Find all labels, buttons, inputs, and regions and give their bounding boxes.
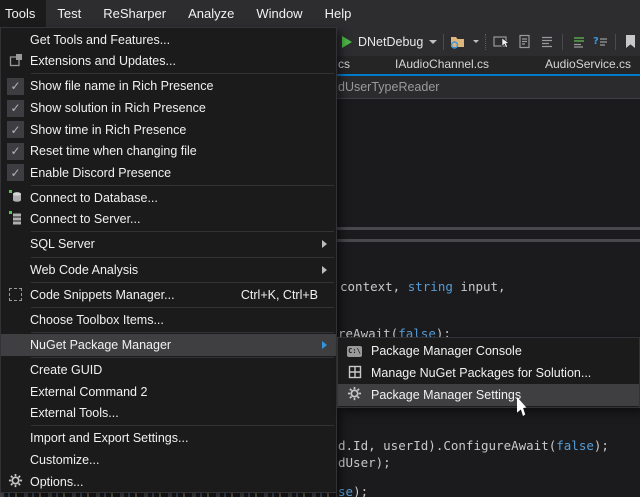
code-editor[interactable]: context, string input, reAwait(false); d… [337,100,640,497]
toolbar-separator [615,34,616,50]
navigation-bar[interactable]: dUserTypeReader [337,76,640,99]
menu-item-package-manager-console[interactable]: C:\ Package Manager Console [338,340,639,362]
menubar-item-resharper[interactable]: ReSharper [92,0,177,27]
tab-iaudiochannel[interactable]: IAudioChannel.cs [395,57,489,71]
checkmark-icon: ✓ [7,100,24,117]
menu-item-connect-to-database[interactable]: Connect to Database... [1,187,336,209]
menubar-item-window[interactable]: Window [245,0,313,27]
paste-icon[interactable] [516,33,533,50]
start-debug-icon[interactable] [342,36,352,48]
code-line: dUser); [338,455,391,470]
menu-separator [31,257,334,258]
menu-item-reset-time-when-changing-file[interactable]: ✓ Reset time when changing file [1,140,336,162]
menu-item-customize[interactable]: Customize... [1,449,336,471]
clipped-code-sliver [0,493,337,497]
menu-item-enable-discord-presence[interactable]: ✓ Enable Discord Presence [1,162,336,184]
menu-separator [31,307,334,308]
menu-item-show-solution-in-rich-presence[interactable]: ✓ Show solution in Rich Presence [1,97,336,119]
silent-code-cleanup-icon[interactable]: ? [592,33,609,50]
format-document-icon[interactable] [569,33,586,50]
menu-item-show-time-in-rich-presence[interactable]: ✓ Show time in Rich Presence [1,119,336,141]
run-config-dropdown-icon[interactable] [429,40,437,44]
database-icon [8,189,23,207]
menu-item-choose-toolbox-items[interactable]: Choose Toolbox Items... [1,309,336,331]
code-line: se); [338,484,368,497]
menubar-item-analyze[interactable]: Analyze [177,0,245,27]
submenu-arrow-icon [322,240,327,248]
menu-item-extensions-and-updates[interactable]: Extensions and Updates... [1,51,336,73]
extensions-icon [9,53,23,70]
menu-item-sql-server[interactable]: SQL Server [1,234,336,256]
toolbar-separator [562,34,563,50]
toolbar-drag-handle[interactable] [485,34,487,50]
menu-separator [31,425,334,426]
gear-icon [8,473,23,491]
menu-separator [31,185,334,186]
tab-audioservice[interactable]: AudioService.cs [545,57,631,71]
editor-divider [337,227,640,230]
tab-bar: cs IAudioChannel.cs AudioService.cs [337,56,640,74]
toolbar-overflow-icon[interactable] [473,40,479,43]
menu-item-options[interactable]: Options... [1,471,336,493]
line-list-icon[interactable] [539,33,556,50]
run-configuration-label[interactable]: DNetDebug [358,35,423,49]
bookmark-icon[interactable] [622,33,639,50]
menubar-item-test[interactable]: Test [46,0,92,27]
menu-item-web-code-analysis[interactable]: Web Code Analysis [1,259,336,281]
menu-item-external-command-2[interactable]: External Command 2 [1,381,336,403]
code-snippets-icon [9,288,22,301]
menu-item-create-guid[interactable]: Create GUID [1,359,336,381]
menu-item-get-tools-and-features[interactable]: Get Tools and Features... [1,29,336,51]
submenu-arrow-icon [322,266,327,274]
toolbar: DNetDebug [337,27,640,56]
menu-item-import-and-export-settings[interactable]: Import and Export Settings... [1,428,336,450]
menu-separator [31,357,334,358]
gear-icon [347,386,362,404]
vs-ide-window: Tools Test ReSharper Analyze Window Help… [0,0,640,497]
package-icon [348,365,362,382]
submenu-arrow-icon [322,341,327,349]
toolbar-separator [443,34,444,50]
code-line: d.Id, userId).ConfigureAwait(false); [338,438,609,453]
menu-item-connect-to-server[interactable]: Connect to Server... [1,209,336,231]
editor-divider [337,239,640,242]
menubar-item-help[interactable]: Help [314,0,363,27]
tab-clipped[interactable]: cs [338,57,350,71]
menu-item-nuget-package-manager[interactable]: NuGet Package Manager [1,334,336,356]
attach-to-process-icon[interactable] [450,33,467,50]
menu-bar: Tools Test ReSharper Analyze Window Help [0,0,640,27]
menu-item-external-tools[interactable]: External Tools... [1,403,336,425]
navigate-to-icon[interactable] [493,33,510,50]
breadcrumb[interactable]: dUserTypeReader [338,80,439,94]
console-icon: C:\ [347,346,362,357]
checkmark-icon: ✓ [7,78,24,95]
checkmark-icon: ✓ [7,121,24,138]
svg-text:?: ? [593,36,599,47]
menu-item-code-snippets-manager[interactable]: Code Snippets Manager... Ctrl+K, Ctrl+B [1,284,336,306]
code-line: context, string input, [340,279,506,294]
menu-separator [31,231,334,232]
tools-menu: Get Tools and Features... Extensions and… [0,27,337,493]
checkmark-icon: ✓ [7,143,24,160]
checkmark-icon: ✓ [7,164,24,181]
menu-separator [31,73,334,74]
shortcut-label: Ctrl+K, Ctrl+B [241,288,318,302]
menu-separator [31,332,334,333]
menubar-item-tools[interactable]: Tools [0,0,46,27]
nuget-submenu: C:\ Package Manager Console Manage NuGet… [337,337,640,408]
menu-item-show-file-name-in-rich-presence[interactable]: ✓ Show file name in Rich Presence [1,76,336,98]
menu-item-package-manager-settings[interactable]: Package Manager Settings [338,384,639,406]
menu-separator [31,282,334,283]
server-icon [8,210,23,228]
menu-item-manage-nuget-packages-for-solution[interactable]: Manage NuGet Packages for Solution... [338,362,639,384]
